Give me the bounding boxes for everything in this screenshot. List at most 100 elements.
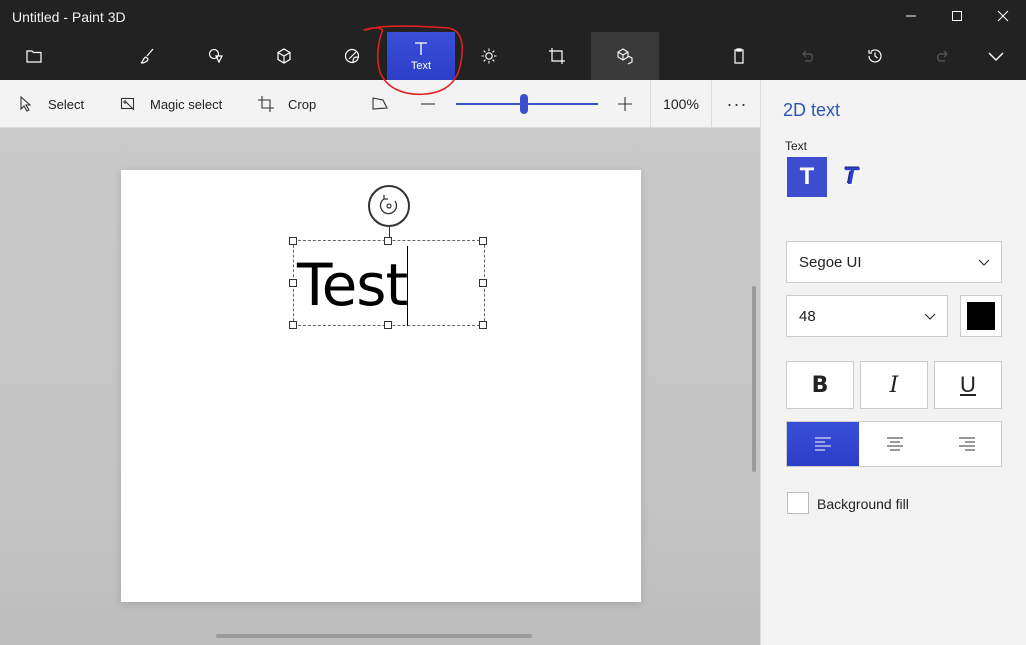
panel-title: 2D text: [783, 100, 841, 120]
title-bar: Untitled - Paint 3D: [0, 0, 1026, 32]
2d-text-style-button[interactable]: T: [787, 157, 827, 197]
align-right-icon: [959, 437, 975, 451]
close-icon: [997, 10, 1009, 22]
drawing-canvas[interactable]: Test: [121, 170, 641, 602]
rotate-handle[interactable]: [368, 185, 410, 227]
select-label: Select: [48, 96, 85, 112]
align-center-button[interactable]: [859, 422, 931, 466]
more-options-button[interactable]: ···: [716, 80, 758, 128]
brush-icon: [140, 48, 154, 64]
text-style-plain-icon: T: [799, 163, 815, 190]
font-family-dropdown[interactable]: Segoe UI: [786, 241, 1002, 283]
history-icon: [868, 49, 882, 63]
plus-icon: [618, 97, 632, 111]
font-family-value: Segoe UI: [799, 253, 862, 271]
resize-handle-top-left[interactable]: [289, 237, 297, 245]
crop-button[interactable]: Crop: [258, 80, 316, 128]
cube-icon: [277, 48, 291, 64]
chevron-down-icon: [978, 259, 990, 266]
zoom-out-button[interactable]: [420, 80, 450, 128]
maximize-button[interactable]: [934, 0, 980, 32]
align-center-icon: [887, 437, 903, 451]
canvas-text-content[interactable]: Test: [297, 256, 408, 314]
canvas-button[interactable]: [523, 32, 591, 80]
resize-handle-top-right[interactable]: [479, 237, 487, 245]
3d-shapes-button[interactable]: [250, 32, 318, 80]
ellipsis-icon: ···: [726, 93, 748, 114]
select-button[interactable]: Select: [18, 80, 84, 128]
text-section-label: Text: [785, 139, 808, 153]
underline-label: U: [960, 372, 976, 397]
text-color-swatch[interactable]: [960, 295, 1002, 337]
italic-button[interactable]: I: [860, 361, 928, 409]
workspace: Test: [0, 128, 760, 645]
zoom-in-button[interactable]: [617, 80, 647, 128]
align-left-icon: [815, 437, 831, 451]
sun-icon: [481, 48, 497, 64]
sticker-icon: [344, 48, 360, 64]
italic-label: I: [889, 372, 899, 398]
history-button[interactable]: [841, 32, 909, 80]
expand-ribbon-button[interactable]: [966, 32, 1026, 80]
font-size-dropdown[interactable]: 48: [786, 295, 948, 337]
resize-handle-right[interactable]: [479, 279, 487, 287]
resize-handle-left[interactable]: [289, 279, 297, 287]
crop-label: Crop: [288, 96, 317, 112]
ribbon: Text: [0, 32, 1026, 80]
undo-icon: [802, 50, 813, 62]
folder-icon: [26, 50, 42, 63]
text-properties-panel: 2D text Text T T Segoe UI 48 B I U Backg…: [760, 80, 1026, 645]
crop-icon: [258, 96, 274, 112]
chevron-down-icon: [988, 52, 1004, 61]
zoom-value[interactable]: 100%: [650, 80, 712, 128]
redo-icon: [937, 50, 948, 62]
resize-handle-bottom[interactable]: [384, 321, 392, 329]
close-button[interactable]: [980, 0, 1026, 32]
text-tool-button[interactable]: Text: [387, 32, 455, 80]
text-tool-label: Text: [410, 60, 432, 72]
2d-shapes-button[interactable]: [182, 32, 250, 80]
text-style-3d-icon: T: [843, 163, 859, 190]
cursor-icon: [20, 96, 32, 112]
text-caret: [407, 246, 408, 326]
background-fill-checkbox[interactable]: [787, 492, 809, 514]
resize-handle-bottom-right[interactable]: [479, 321, 487, 329]
bold-button[interactable]: B: [786, 361, 854, 409]
window-title: Untitled - Paint 3D: [12, 9, 126, 25]
perspective-icon: [372, 97, 388, 110]
canvas-icon: [549, 48, 565, 64]
resize-handle-top[interactable]: [384, 237, 392, 245]
stickers-button[interactable]: [318, 32, 386, 80]
menu-button[interactable]: [0, 32, 68, 80]
alignment-group: [786, 421, 1002, 467]
font-size-value: 48: [799, 307, 816, 325]
3d-library-icon: [617, 48, 633, 65]
align-left-button[interactable]: [787, 422, 859, 466]
bold-label: B: [811, 372, 829, 398]
undo-button[interactable]: [773, 32, 841, 80]
effects-button[interactable]: [455, 32, 523, 80]
magic-select-label: Magic select: [150, 96, 223, 112]
zoom-slider-thumb[interactable]: [520, 94, 529, 114]
clipboard-icon: [734, 48, 744, 64]
shapes-icon: [208, 48, 223, 64]
text-color-fill: [967, 302, 995, 330]
top-bar: Untitled - Paint 3D Text: [0, 0, 1026, 80]
text-icon: [415, 42, 427, 55]
align-right-button[interactable]: [931, 422, 1003, 466]
paste-button[interactable]: [705, 32, 773, 80]
chevron-down-icon: [924, 313, 936, 320]
rotate-icon: [379, 195, 398, 215]
3d-library-button[interactable]: [591, 32, 659, 80]
horizontal-scrollbar[interactable]: [216, 634, 532, 638]
background-fill-label: Background fill: [817, 496, 909, 512]
canvas-toolbar: Select Magic select Crop 100% ···: [0, 80, 760, 128]
vertical-scrollbar[interactable]: [752, 286, 756, 472]
3d-text-style-button[interactable]: T: [831, 157, 871, 197]
resize-handle-bottom-left[interactable]: [289, 321, 297, 329]
underline-button[interactable]: U: [934, 361, 1002, 409]
minimize-button[interactable]: [888, 0, 934, 32]
magic-select-button[interactable]: Magic select: [120, 80, 222, 128]
view-3d-button[interactable]: [372, 80, 402, 128]
brushes-button[interactable]: [114, 32, 182, 80]
